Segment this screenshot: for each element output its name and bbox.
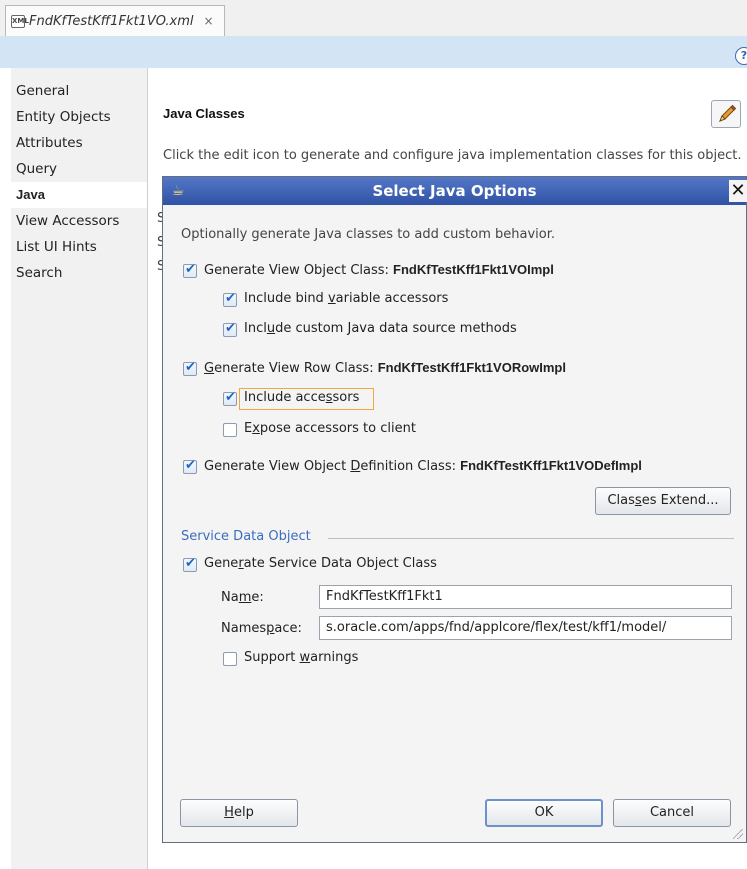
generate-row-class-label[interactable]: Generate View Row Class: FndKfTestKff1Fk…: [204, 360, 566, 376]
vo-class-name: FndKfTestKff1Fkt1VOImpl: [393, 262, 554, 277]
sdo-name-field[interactable]: FndKfTestKff1Fkt1: [319, 585, 732, 609]
sdo-section-heading: Service Data Object: [181, 529, 311, 544]
support-warnings-label[interactable]: Support warnings: [244, 650, 358, 665]
include-accessors-checkbox[interactable]: [223, 390, 237, 406]
support-warnings-checkbox[interactable]: [223, 652, 237, 666]
generate-definition-class-label[interactable]: Generate View Object Definition Class: F…: [204, 458, 642, 474]
nav-item-search[interactable]: Search: [11, 260, 147, 286]
include-bind-variable-accessors-checkbox[interactable]: [223, 291, 237, 307]
edit-button[interactable]: [711, 100, 741, 128]
nav-item-general[interactable]: General: [11, 78, 147, 104]
include-accessors-label[interactable]: Include accessors: [244, 390, 359, 405]
nav-item-query[interactable]: Query: [11, 156, 147, 182]
generate-definition-class-checkbox[interactable]: [183, 458, 197, 474]
dialog-title: Select Java Options: [372, 182, 537, 200]
generate-vo-class-checkbox[interactable]: [183, 262, 197, 278]
nav-item-attributes[interactable]: Attributes: [11, 130, 147, 156]
definition-class-name: FndKfTestKff1Fkt1VODefImpl: [460, 458, 642, 473]
close-icon[interactable]: ✕: [729, 180, 747, 202]
close-tab-icon[interactable]: ×: [204, 14, 214, 28]
resize-grip[interactable]: [733, 829, 743, 839]
nav-item-list-ui-hints[interactable]: List UI Hints: [11, 234, 147, 260]
include-bind-variable-accessors-label[interactable]: Include bind variable accessors: [244, 291, 448, 306]
section-title: Java Classes: [163, 106, 245, 121]
include-custom-data-source-label[interactable]: Include custom Java data source methods: [244, 321, 517, 336]
cancel-button[interactable]: Cancel: [613, 799, 731, 827]
nav-item-view-accessors[interactable]: View Accessors: [11, 208, 147, 234]
dialog-intro: Optionally generate Java classes to add …: [181, 227, 555, 242]
sdo-name-label: Name:: [221, 590, 264, 605]
xml-file-icon: XML: [11, 14, 29, 28]
editor-tab[interactable]: XML FndKfTestKff1Fkt1VO.xml ×: [5, 5, 225, 36]
select-java-options-dialog: Select Java Options ☕ ✕ Optionally gener…: [162, 176, 747, 843]
sdo-namespace-field[interactable]: s.oracle.com/apps/fnd/applcore/flex/test…: [319, 616, 732, 640]
sdo-divider: [328, 538, 734, 539]
help-button[interactable]: Help: [180, 799, 298, 827]
row-class-name: FndKfTestKff1Fkt1VORowImpl: [377, 360, 566, 375]
editor-toolbar: [0, 36, 747, 68]
classes-extend-button[interactable]: Classes Extend...: [595, 487, 731, 515]
editor-tab-title: FndKfTestKff1Fkt1VO.xml: [29, 13, 194, 29]
generate-vo-class-label[interactable]: Generate View Object Class: FndKfTestKff…: [204, 262, 554, 278]
expose-accessors-label[interactable]: Expose accessors to client: [244, 421, 416, 436]
help-icon[interactable]: ?: [735, 47, 747, 65]
generate-sdo-class-label[interactable]: Generate Service Data Object Class: [204, 556, 437, 571]
section-description: Click the edit icon to generate and conf…: [163, 148, 742, 163]
generate-sdo-class-checkbox[interactable]: [183, 556, 197, 572]
nav-item-entity-objects[interactable]: Entity Objects: [11, 104, 147, 130]
pencil-icon: [719, 104, 737, 122]
generate-row-class-checkbox[interactable]: [183, 360, 197, 376]
include-custom-data-source-checkbox[interactable]: [223, 321, 237, 337]
nav-item-java[interactable]: Java: [11, 182, 147, 208]
sdo-namespace-label: Namespace:: [221, 621, 302, 636]
ok-button[interactable]: OK: [485, 799, 603, 827]
expose-accessors-checkbox[interactable]: [223, 423, 237, 437]
dialog-title-bar[interactable]: Select Java Options: [163, 177, 746, 205]
overview-nav: General Entity Objects Attributes Query …: [11, 68, 147, 869]
java-cup-icon: ☕: [171, 183, 185, 199]
